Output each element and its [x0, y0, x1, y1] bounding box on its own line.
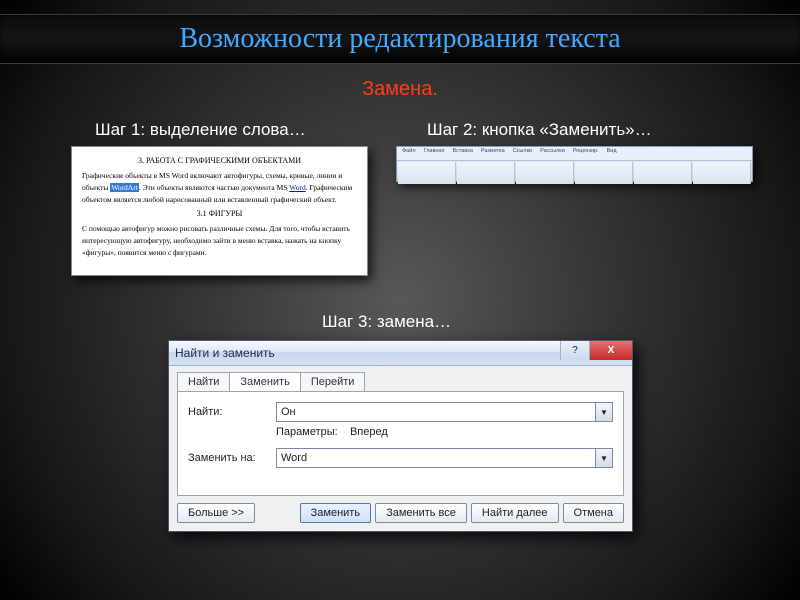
ribbon-group: [516, 162, 574, 184]
dialog-titlebar: Найти и заменить ? X: [169, 341, 632, 366]
ribbon-preview: Файл Главная Вставка Разметка Ссылки Рас…: [396, 146, 753, 182]
cancel-button[interactable]: Отмена: [563, 503, 624, 523]
ribbon-tab[interactable]: Ссылки: [512, 148, 533, 159]
ribbon-tab[interactable]: Файл: [401, 148, 417, 159]
underlined-word: Word: [289, 183, 305, 192]
tab-replace[interactable]: Заменить: [229, 372, 300, 391]
slide-subtitle: Замена.: [0, 78, 800, 101]
replace-button[interactable]: Заменить: [300, 503, 371, 523]
ribbon-tab[interactable]: Разметка: [480, 148, 506, 159]
replace-value: Word: [281, 452, 307, 464]
dialog-title: Найти и заменить: [175, 346, 275, 360]
ribbon-group: [398, 162, 456, 184]
params-value: Вперед: [350, 426, 388, 438]
find-value: Он: [281, 406, 296, 418]
ribbon-group: [575, 162, 633, 184]
ribbon-body: [397, 161, 752, 185]
ribbon-tab[interactable]: Вид: [606, 148, 618, 159]
find-label: Найти:: [188, 406, 276, 418]
step1-label: Шаг 1: выделение слова…: [95, 120, 306, 140]
doc-heading2: 3.1 ФИГУРЫ: [82, 208, 357, 221]
params-row: Параметры: Вперед: [276, 426, 613, 438]
replace-input[interactable]: Word ▼: [276, 448, 613, 468]
highlighted-word: WordArt: [110, 183, 138, 192]
ribbon-group: [634, 162, 692, 184]
step2-label: Шаг 2: кнопка «Заменить»…: [427, 120, 652, 140]
slide-title: Возможности редактирования текста: [0, 14, 800, 64]
button-row: Больше >> Заменить Заменить все Найти да…: [177, 503, 624, 523]
slide: Возможности редактирования текста Замена…: [0, 0, 800, 600]
close-button[interactable]: X: [589, 341, 632, 360]
window-buttons: ? X: [560, 341, 632, 360]
ribbon-tabs: Файл Главная Вставка Разметка Ссылки Рас…: [397, 147, 752, 161]
find-row: Найти: Он ▼: [188, 402, 613, 422]
params-label: Параметры:: [276, 426, 338, 438]
replace-label: Заменить на:: [188, 452, 276, 464]
doc-text: . Эти объекты являются частью документа …: [139, 183, 289, 192]
tab-goto[interactable]: Перейти: [300, 372, 366, 391]
ribbon-tab[interactable]: Рецензир.: [572, 148, 600, 159]
find-replace-dialog: Найти и заменить ? X Найти Заменить Пере…: [168, 340, 633, 532]
replace-row: Заменить на: Word ▼: [188, 448, 613, 468]
dialog-tabs: Найти Заменить Перейти: [169, 366, 632, 391]
replace-all-button[interactable]: Заменить все: [375, 503, 467, 523]
document-preview: 3. РАБОТА С ГРАФИЧЕСКИМИ ОБЪЕКТАМИ Графи…: [71, 146, 368, 276]
ribbon-tab[interactable]: Рассылки: [539, 148, 566, 159]
ribbon-group: [457, 162, 515, 184]
dialog-panel: Найти: Он ▼ Параметры: Вперед Заменить н…: [177, 391, 624, 496]
doc-paragraph1: Графические объекты в MS Word включают а…: [82, 170, 357, 206]
more-button[interactable]: Больше >>: [177, 503, 255, 523]
doc-paragraph2: С помощью автофигур можно рисовать разли…: [82, 223, 357, 259]
find-next-button[interactable]: Найти далее: [471, 503, 559, 523]
ribbon-group: [693, 162, 751, 184]
tab-find[interactable]: Найти: [177, 372, 230, 391]
doc-heading1: 3. РАБОТА С ГРАФИЧЕСКИМИ ОБЪЕКТАМИ: [82, 155, 357, 168]
dropdown-icon[interactable]: ▼: [595, 403, 612, 421]
find-input[interactable]: Он ▼: [276, 402, 613, 422]
step3-label: Шаг 3: замена…: [322, 312, 451, 332]
ribbon-tab[interactable]: Главная: [423, 148, 446, 159]
ribbon-tab[interactable]: Вставка: [451, 148, 473, 159]
help-button[interactable]: ?: [560, 341, 589, 360]
dropdown-icon[interactable]: ▼: [595, 449, 612, 467]
